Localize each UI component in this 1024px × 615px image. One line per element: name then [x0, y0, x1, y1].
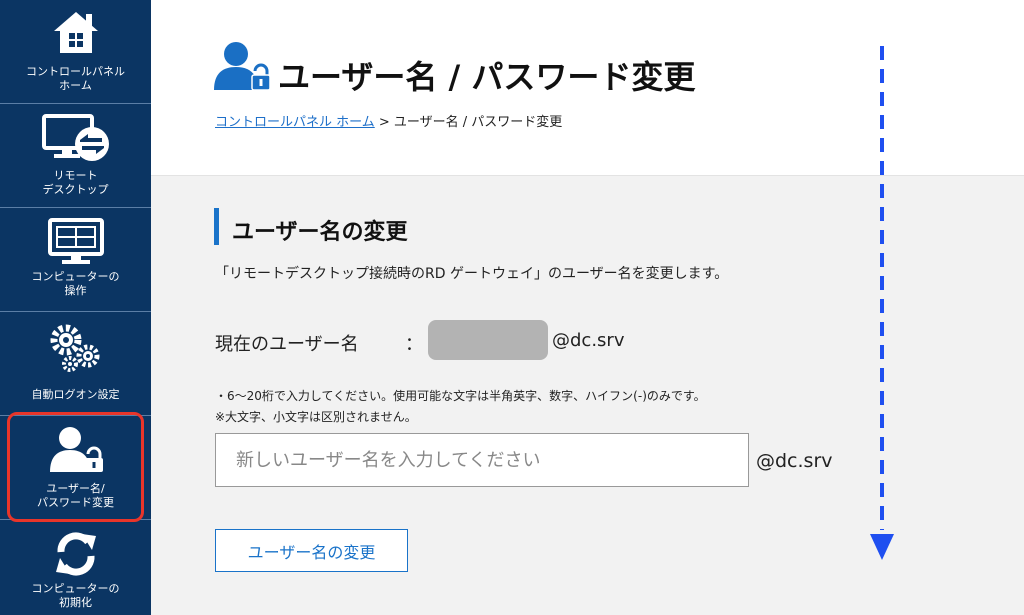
refresh-icon [52, 530, 100, 582]
sidebar-item-label: コントロールパネル [26, 65, 125, 78]
sidebar-item-label: 初期化 [59, 596, 92, 609]
computer-icon [47, 218, 104, 270]
sidebar-item-label: コンピューターの [31, 582, 120, 595]
section-title: ユーザー名の変更 [232, 220, 408, 245]
current-username-colon: ： [405, 334, 423, 355]
sidebar-item-remote-desktop[interactable]: リモート デスクトップ [0, 104, 151, 208]
active-item-highlight [7, 412, 144, 522]
section-description: 「リモートデスクトップ接続時のRD ゲートウェイ」のユーザー名を変更します。 [215, 266, 729, 282]
sidebar-item-label: リモート [53, 169, 98, 182]
section-accent-bar [214, 208, 219, 245]
breadcrumb-link-home[interactable]: コントロールパネル ホーム [215, 115, 375, 130]
new-username-domain: @dc.srv [756, 450, 833, 472]
input-rule-note: ・6〜20桁で入力してください。使用可能な文字は半角英字、数字、ハイフン(-)の… [215, 389, 706, 403]
gears-icon [48, 322, 104, 376]
remote-desktop-icon [41, 114, 110, 166]
current-username-domain: @dc.srv [552, 330, 625, 351]
breadcrumb: コントロールパネル ホーム > ユーザー名 / パスワード変更 [215, 111, 562, 130]
sidebar-item-auto-logon[interactable]: 自動ログオン設定 [0, 312, 151, 416]
sidebar-item-label: ホーム [59, 79, 92, 92]
sidebar-item-label: 操作 [64, 284, 87, 297]
scroll-down-arrow-icon [868, 46, 896, 570]
sidebar-item-label: コンピューターの [31, 270, 120, 283]
home-icon [52, 9, 100, 59]
change-username-button[interactable]: ユーザー名の変更 [215, 529, 408, 572]
sidebar-item-reset-computer[interactable]: コンピューターの 初期化 [0, 520, 151, 615]
sidebar: コントロールパネル ホーム リモート デスクトップ コンピューターの 操作 自動… [0, 0, 151, 615]
page-title: ユーザー名 / パスワード変更 [278, 58, 696, 96]
sidebar-item-home[interactable]: コントロールパネル ホーム [0, 0, 151, 104]
sidebar-item-label: デスクトップ [42, 183, 109, 196]
breadcrumb-separator: > [374, 115, 394, 130]
current-username-redacted [428, 320, 548, 360]
new-username-input[interactable] [215, 433, 749, 487]
user-lock-icon [214, 40, 271, 96]
current-username-label: 現在のユーザー名 [215, 334, 359, 355]
sidebar-item-label: 自動ログオン設定 [31, 388, 120, 401]
breadcrumb-current: ユーザー名 / パスワード変更 [393, 115, 563, 130]
sidebar-item-computer-operation[interactable]: コンピューターの 操作 [0, 208, 151, 312]
case-insensitive-note: ※大文字、小文字は区別されません。 [215, 410, 417, 424]
